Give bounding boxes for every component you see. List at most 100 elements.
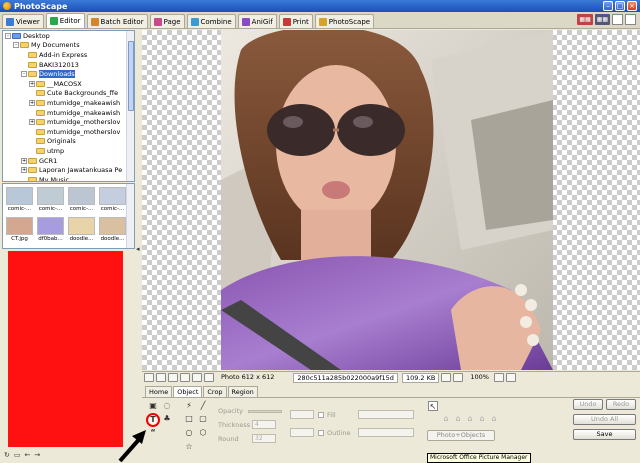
align-bottom-icon[interactable]: ⌂ — [489, 414, 499, 424]
undo-all-button[interactable]: Undo All — [573, 414, 636, 425]
tab-object[interactable]: Object — [173, 386, 203, 397]
folder-tree[interactable]: - Desktop - My Documents Add-in Express BAKI3… — [2, 30, 135, 182]
tab-editor[interactable]: Editor — [45, 13, 85, 28]
select-cursor-icon[interactable]: ↖ — [428, 401, 438, 411]
tree-item[interactable]: + mtumidge_motherslov — [3, 117, 134, 127]
magic-wand-icon[interactable]: ⚡ — [184, 401, 194, 411]
maximize-button[interactable]: □ — [615, 1, 625, 11]
tab-crop[interactable]: Crop — [203, 386, 227, 397]
flip-icon[interactable] — [180, 373, 190, 382]
outline-style-select[interactable] — [358, 428, 414, 437]
tree-item[interactable]: + __MACOSX — [3, 79, 134, 89]
symbol-icon[interactable]: ♣ — [162, 414, 172, 424]
expander-icon[interactable]: + — [21, 157, 27, 164]
thumbnail[interactable]: CT.jpg — [6, 217, 33, 242]
close-button[interactable]: × — [627, 1, 637, 11]
tab-region[interactable]: Region — [227, 386, 258, 397]
thumbnail-scrollbar[interactable] — [126, 184, 134, 248]
undo-button[interactable]: Undo — [573, 399, 603, 410]
thumbnail[interactable]: doodle... — [68, 217, 95, 242]
fill-checkbox[interactable] — [318, 412, 324, 418]
align-top-icon[interactable]: ⌂ — [477, 414, 487, 424]
tab-combine[interactable]: Combine — [186, 14, 236, 28]
thumbnail[interactable]: comic-... — [68, 187, 95, 212]
round-input[interactable]: 32 — [252, 434, 276, 443]
back-icon[interactable]: ← — [25, 451, 31, 459]
tree-item[interactable]: mtumidge_motherslov — [3, 127, 134, 137]
redo-button[interactable]: Redo — [606, 399, 636, 410]
photo[interactable] — [221, 30, 553, 370]
speech-balloon-icon[interactable]: ◌ — [162, 401, 172, 411]
help-badge-icon[interactable]: ▦▦ — [594, 14, 610, 25]
tree-item[interactable]: - My Documents — [3, 41, 134, 51]
thumbnail[interactable]: comic-... — [6, 187, 33, 212]
tree-item[interactable]: My Music — [3, 175, 134, 181]
tab-batch-editor[interactable]: Batch Editor — [86, 14, 148, 28]
expander-icon[interactable]: - — [13, 42, 19, 49]
photo-object-icon[interactable]: ▣ — [148, 401, 158, 411]
crop-icon[interactable] — [192, 373, 202, 382]
rectangle-icon[interactable]: □ — [184, 414, 194, 424]
rotate-left-icon[interactable] — [156, 373, 166, 382]
fit-icon[interactable] — [144, 373, 154, 382]
fullscreen-icon[interactable] — [505, 373, 516, 382]
thumbnail[interactable]: comic-... — [37, 187, 64, 212]
figure-icon[interactable]: “ — [148, 428, 158, 438]
fill-color-picker[interactable] — [290, 410, 314, 419]
tree-item[interactable]: utmp — [3, 146, 134, 156]
expander-icon[interactable]: - — [21, 71, 27, 78]
tree-item[interactable]: + GCR1 — [3, 156, 134, 166]
tree-scroll-thumb[interactable] — [128, 41, 134, 111]
photo-objects-button[interactable]: Photo+Objects — [427, 430, 495, 441]
tab-anigif[interactable]: AniGif — [237, 14, 277, 28]
expander-icon[interactable]: - — [5, 32, 11, 39]
tree-item[interactable]: - Desktop — [3, 31, 134, 41]
settings-icon[interactable] — [625, 14, 636, 25]
tree-item[interactable]: BAKI312013 — [3, 60, 134, 70]
tab-print[interactable]: Print — [278, 14, 313, 28]
star-icon[interactable]: ☆ — [184, 442, 194, 452]
collapse-panel-icon[interactable]: ◂ — [136, 245, 140, 253]
thumbnail[interactable]: doodle... — [99, 217, 126, 242]
align-center-icon[interactable]: ⌂ — [453, 414, 463, 424]
image-info-icon[interactable] — [204, 373, 214, 382]
line-icon[interactable]: ╱ — [198, 401, 208, 411]
align-right-icon[interactable]: ⌂ — [465, 414, 475, 424]
tab-home[interactable]: Home — [145, 386, 173, 397]
tree-item[interactable]: - Downloads — [3, 69, 134, 79]
thumbnail[interactable]: comic-... — [99, 187, 126, 212]
tab-page[interactable]: Page — [149, 14, 185, 28]
rounded-rect-icon[interactable]: ▢ — [198, 414, 208, 424]
tree-item[interactable]: Cute Backgrounds_ffe — [3, 89, 134, 99]
expander-icon[interactable]: + — [29, 80, 35, 87]
expander-icon[interactable]: + — [29, 119, 35, 126]
thickness-input[interactable]: 4 — [252, 420, 276, 429]
tree-item[interactable]: Originals — [3, 137, 134, 147]
zoom-fit-icon[interactable] — [441, 373, 452, 382]
badge-icon[interactable]: ▦▦ — [577, 14, 593, 25]
opacity-slider[interactable] — [248, 410, 282, 413]
align-left-icon[interactable]: ⌂ — [441, 414, 451, 424]
ellipse-icon[interactable]: ○ — [184, 428, 194, 438]
image-canvas[interactable] — [142, 30, 640, 370]
tab-photoscape[interactable]: PhotoScape — [314, 14, 375, 28]
tree-item[interactable]: + mtumidge_makeawish — [3, 98, 134, 108]
tab-viewer[interactable]: Viewer — [2, 14, 44, 28]
zoom-out-icon[interactable] — [493, 373, 504, 382]
fill-style-select[interactable] — [358, 410, 414, 419]
forward-icon[interactable]: → — [34, 451, 40, 459]
tree-scrollbar[interactable] — [126, 31, 134, 181]
rotate-icon[interactable]: ↻ — [4, 451, 10, 459]
layout-icon[interactable] — [612, 14, 623, 25]
zoom-in-icon[interactable] — [453, 373, 464, 382]
outline-color-picker[interactable] — [290, 428, 314, 437]
tree-item[interactable]: mtumidge_makeawish — [3, 108, 134, 118]
outline-checkbox[interactable] — [318, 430, 324, 436]
folder-open-icon[interactable]: ▭ — [14, 451, 21, 459]
tree-item[interactable]: + Laporan Jawatankuasa Pe — [3, 165, 134, 175]
text-tool-icon[interactable]: T — [146, 413, 160, 427]
thumbnail[interactable]: df0bab... — [37, 217, 64, 242]
expander-icon[interactable]: + — [29, 99, 35, 106]
polygon-icon[interactable]: ⬡ — [198, 428, 208, 438]
save-button[interactable]: Save — [573, 429, 636, 440]
